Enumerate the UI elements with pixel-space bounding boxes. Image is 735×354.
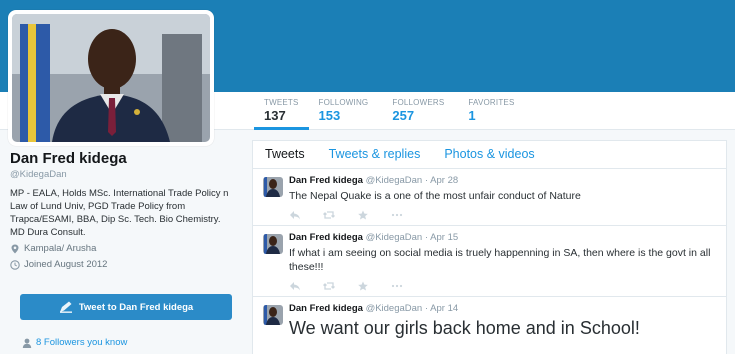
stat-favorites[interactable]: FAVORITES 1 <box>454 98 524 130</box>
tweet-date[interactable]: Apr 28 <box>430 175 458 186</box>
stat-label: FOLLOWING <box>318 98 369 107</box>
tweet-separator: · <box>424 232 429 243</box>
profile-card: Dan Fred kidega @KidegaDan MP - EALA, Ho… <box>10 150 238 271</box>
followers-you-know-link[interactable]: 8 Followers you know <box>22 337 127 348</box>
profile-bio: MP - EALA, Holds MSc. International Trad… <box>10 188 229 238</box>
tweet-item[interactable]: Dan Fred kidega @KidegaDan · Apr 15 If w… <box>253 226 726 297</box>
tweet-author-handle[interactable]: @KidegaDan <box>366 232 423 243</box>
timeline-panel: Tweets Tweets & replies Photos & videos … <box>252 140 727 354</box>
tab-tweets-replies[interactable]: Tweets & replies <box>329 147 421 168</box>
more-options-icon[interactable] <box>391 281 403 291</box>
tweet-author-handle[interactable]: @KidegaDan <box>366 175 423 186</box>
location-pin-icon <box>10 244 20 254</box>
tweet-to-button[interactable]: Tweet to Dan Fred kidega <box>20 294 232 320</box>
calendar-icon <box>10 259 20 270</box>
stat-label: FOLLOWERS <box>392 98 445 107</box>
tweet-header: Dan Fred kidega @KidegaDan · Apr 28 <box>289 175 718 187</box>
tweet-text: The Nepal Quake is a one of the most unf… <box>289 190 581 202</box>
stat-label: TWEETS <box>264 98 299 107</box>
tweet-separator: · <box>424 175 429 186</box>
tweet-avatar[interactable] <box>263 305 283 325</box>
profile-location: Kampala/ Arusha <box>10 242 238 255</box>
compose-icon <box>59 301 72 313</box>
profile-avatar[interactable] <box>8 10 214 146</box>
favorite-star-icon[interactable] <box>357 281 369 291</box>
tab-tweets[interactable]: Tweets <box>265 147 305 168</box>
stat-value: 137 <box>264 108 286 123</box>
tweet-text: We want our girls back home and in Schoo… <box>289 318 640 338</box>
stat-followers[interactable]: FOLLOWERS 257 <box>378 98 454 130</box>
tweet-text: If what i am seeing on social media is t… <box>289 247 711 273</box>
stat-tweets[interactable]: TWEETS 137 <box>254 98 309 130</box>
more-options-icon[interactable] <box>391 210 403 220</box>
stat-value: 1 <box>468 108 476 123</box>
tweet-date[interactable]: Apr 15 <box>430 232 458 243</box>
tweet-author-name[interactable]: Dan Fred kidega <box>289 175 363 186</box>
stat-value: 257 <box>392 108 415 123</box>
avatar-photo <box>12 14 210 142</box>
tweet-actions <box>289 209 718 221</box>
reply-icon[interactable] <box>289 210 301 220</box>
tab-photos-videos[interactable]: Photos & videos <box>444 147 534 168</box>
stat-following[interactable]: FOLLOWING 153 <box>309 98 379 130</box>
profile-joined: Joined August 2012 <box>10 258 238 271</box>
tweet-to-label: Tweet to Dan Fred kidega <box>78 301 194 313</box>
tweet-avatar[interactable] <box>263 177 283 197</box>
tweet-author-name[interactable]: Dan Fred kidega <box>289 232 363 243</box>
tweet-item[interactable]: Dan Fred kidega @KidegaDan · Apr 28 The … <box>253 169 726 226</box>
tweet-avatar[interactable] <box>263 234 283 254</box>
tweet-author-handle[interactable]: @KidegaDan <box>366 303 423 314</box>
tweet-author-name[interactable]: Dan Fred kidega <box>289 303 363 314</box>
profile-name[interactable]: Dan Fred kidega <box>10 150 238 168</box>
tweet-item[interactable]: Dan Fred kidega @KidegaDan · Apr 14 We w… <box>253 297 726 343</box>
profile-stats: TWEETS 137 FOLLOWING 153 FOLLOWERS 257 F… <box>254 98 525 130</box>
tweet-date[interactable]: Apr 14 <box>430 303 458 314</box>
followers-you-know-text: 8 Followers you know <box>36 337 128 348</box>
tweet-header: Dan Fred kidega @KidegaDan · Apr 15 <box>289 232 718 244</box>
profile-handle[interactable]: @KidegaDan <box>10 168 238 181</box>
favorite-star-icon[interactable] <box>357 210 369 220</box>
location-text: Kampala/ Arusha <box>24 243 97 254</box>
tweet-separator: · <box>424 303 429 314</box>
stat-label: FAVORITES <box>468 98 515 107</box>
stat-value: 153 <box>318 108 341 123</box>
tweet-header: Dan Fred kidega @KidegaDan · Apr 14 <box>289 303 718 315</box>
retweet-icon[interactable] <box>323 210 335 220</box>
tweet-actions <box>289 280 718 292</box>
reply-icon[interactable] <box>289 281 301 291</box>
timeline-tabs: Tweets Tweets & replies Photos & videos <box>253 141 726 169</box>
person-icon <box>22 338 32 348</box>
joined-text: Joined August 2012 <box>24 259 108 270</box>
retweet-icon[interactable] <box>323 281 335 291</box>
